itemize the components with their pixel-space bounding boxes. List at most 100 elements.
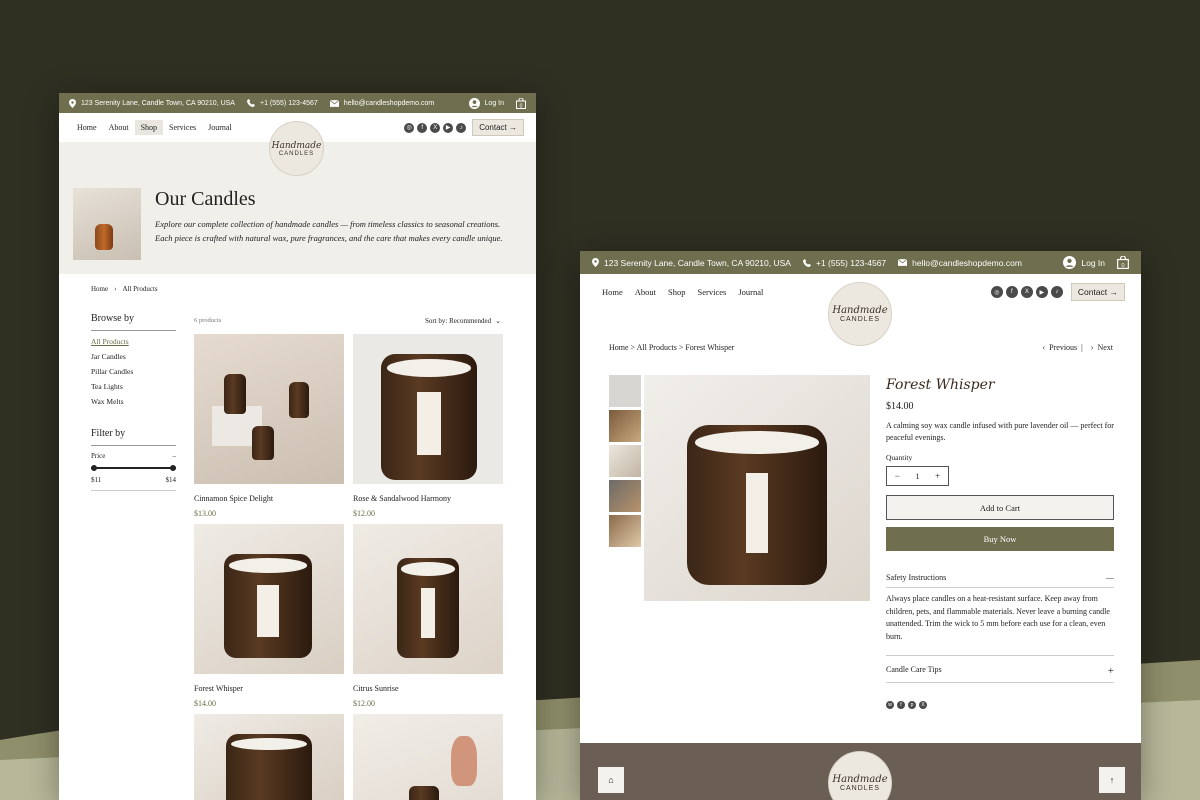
instagram-icon[interactable]: ◎ xyxy=(404,122,415,133)
contact-button[interactable]: Contact → xyxy=(472,119,524,136)
main-nav: Home About Shop Services Journal ◎ f X ▶… xyxy=(59,113,536,176)
back-to-top-button[interactable]: ↑ xyxy=(1099,767,1125,793)
product-card[interactable]: Forest Whisper $14.00 xyxy=(194,524,344,708)
whatsapp-icon[interactable]: w xyxy=(886,701,894,709)
youtube-icon[interactable]: ▶ xyxy=(443,122,454,133)
product-image xyxy=(353,714,503,800)
pager-divider: | xyxy=(1081,343,1083,352)
product-description: A calming soy wax candle infused with pu… xyxy=(886,421,1114,442)
product-card[interactable] xyxy=(353,714,503,800)
category-tea-lights[interactable]: Tea Lights xyxy=(91,382,176,391)
instagram-icon[interactable]: ◎ xyxy=(990,286,1003,298)
facebook-icon[interactable]: f xyxy=(1005,286,1018,298)
cart-bag-icon[interactable]: 0 xyxy=(516,97,526,109)
nav-journal[interactable]: Journal xyxy=(202,120,238,135)
breadcrumb-current: All Products xyxy=(122,285,158,293)
add-to-cart-button[interactable]: Add to Cart xyxy=(886,495,1114,520)
svg-text:0: 0 xyxy=(520,103,523,109)
nav-services[interactable]: Services xyxy=(692,284,733,300)
thumbnail[interactable] xyxy=(609,515,641,547)
product-card[interactable] xyxy=(194,714,344,800)
slider-handle-min[interactable] xyxy=(91,465,97,471)
login-link[interactable]: Log In xyxy=(468,97,504,109)
nav-about[interactable]: About xyxy=(103,120,135,135)
tiktok-icon[interactable]: ♪ xyxy=(456,122,467,133)
brand-logo[interactable]: Handmade CANDLES xyxy=(269,121,324,176)
contact-button[interactable]: Contact → xyxy=(1070,283,1125,301)
share-links: w f p X xyxy=(886,701,1114,709)
brand-logo[interactable]: Handmade CANDLES xyxy=(828,282,892,346)
collapse-minus-icon[interactable]: – xyxy=(173,452,177,460)
nav-journal[interactable]: Journal xyxy=(732,284,769,300)
product-breadcrumb[interactable]: Home > All Products > Forest Whisper xyxy=(609,343,734,352)
phone-item[interactable]: +1 (555) 123-4567 xyxy=(802,257,887,268)
chevron-left-icon[interactable]: ‹ xyxy=(1042,343,1045,352)
category-pillar-candles[interactable]: Pillar Candles xyxy=(91,367,176,376)
plus-icon[interactable]: + xyxy=(935,471,940,481)
price-max: $14 xyxy=(165,476,177,484)
product-card[interactable]: Rose & Sandalwood Harmony $12.00 xyxy=(353,334,503,518)
product-card[interactable]: Cinnamon Spice Delight $13.00 xyxy=(194,334,344,518)
product-name: Citrus Sunrise xyxy=(353,684,399,693)
collapse-minus-icon[interactable]: — xyxy=(1106,573,1114,582)
login-link[interactable]: Log In xyxy=(1063,256,1105,269)
minus-icon[interactable]: − xyxy=(895,471,900,481)
category-jar-candles[interactable]: Jar Candles xyxy=(91,352,176,361)
quantity-stepper[interactable]: − 1 + xyxy=(886,466,949,486)
logo-caps: CANDLES xyxy=(839,316,881,323)
product-card[interactable]: Citrus Sunrise $12.00 xyxy=(353,524,503,708)
x-icon[interactable]: X xyxy=(1020,286,1033,298)
product-title: Forest Whisper xyxy=(886,377,995,393)
user-avatar-icon xyxy=(1063,256,1077,269)
nav-about[interactable]: About xyxy=(629,284,662,300)
slider-handle-max[interactable] xyxy=(170,465,176,471)
buy-now-button[interactable]: Buy Now xyxy=(886,527,1114,551)
previous-link[interactable]: Previous xyxy=(1049,343,1077,352)
facebook-icon[interactable]: f xyxy=(897,701,905,709)
thumbnail-list xyxy=(609,375,641,550)
tiktok-icon[interactable]: ♪ xyxy=(1050,286,1063,298)
chevron-right-icon[interactable]: › xyxy=(1091,343,1094,352)
category-all-products[interactable]: All Products xyxy=(91,337,176,346)
phone-item[interactable]: +1 (555) 123-4567 xyxy=(246,99,318,107)
footer-logo: Handmade CANDLES xyxy=(828,751,892,800)
nav-shop[interactable]: Shop xyxy=(662,284,691,300)
next-link[interactable]: Next xyxy=(1097,343,1113,352)
thumbnail[interactable] xyxy=(609,445,641,477)
nav-services[interactable]: Services xyxy=(163,120,202,135)
pinterest-icon[interactable]: p xyxy=(908,701,916,709)
product-page-screenshot: 123 Serenity Lane, Candle Town, CA 90210… xyxy=(580,251,1141,800)
logo-script: Handmade xyxy=(832,774,888,785)
facebook-icon[interactable]: f xyxy=(417,122,428,133)
candle-jar xyxy=(381,354,477,480)
product-image xyxy=(194,714,344,800)
thumbnail[interactable] xyxy=(609,410,641,442)
address-item: 123 Serenity Lane, Candle Town, CA 90210… xyxy=(69,98,235,108)
thumbnail[interactable] xyxy=(609,480,641,512)
arrow-up-icon: ↑ xyxy=(1109,775,1115,785)
care-accordion-header[interactable]: Candle Care Tips + xyxy=(886,665,1114,677)
safety-accordion-header[interactable]: Safety Instructions — xyxy=(886,573,1114,582)
nav-shop[interactable]: Shop xyxy=(134,120,164,135)
phone-text: +1 (555) 123-4567 xyxy=(815,257,887,268)
cart-bag-icon[interactable]: 0 xyxy=(1117,256,1129,269)
email-text: hello@candleshopdemo.com xyxy=(912,257,1022,268)
address-item: 123 Serenity Lane, Candle Town, CA 90210… xyxy=(592,258,791,268)
thumbnail[interactable] xyxy=(609,375,641,407)
email-item[interactable]: hello@candleshopdemo.com xyxy=(898,258,1022,268)
email-item[interactable]: hello@candleshopdemo.com xyxy=(329,99,434,107)
shop-page-screenshot: 123 Serenity Lane, Candle Town, CA 90210… xyxy=(59,93,536,800)
expand-plus-icon[interactable]: + xyxy=(1108,665,1114,677)
x-icon[interactable]: X xyxy=(430,122,441,133)
nav-home[interactable]: Home xyxy=(71,120,103,135)
product-image xyxy=(353,334,503,484)
youtube-icon[interactable]: ▶ xyxy=(1035,286,1048,298)
browse-heading: Browse by xyxy=(91,313,176,331)
sort-dropdown[interactable]: Sort by: Recommended ⌄ xyxy=(425,317,501,325)
x-icon[interactable]: X xyxy=(919,701,927,709)
breadcrumb-home[interactable]: Home xyxy=(91,285,108,293)
category-wax-melts[interactable]: Wax Melts xyxy=(91,397,176,406)
home-button[interactable]: ⌂ xyxy=(598,767,624,793)
nav-home[interactable]: Home xyxy=(596,284,629,300)
price-slider[interactable] xyxy=(91,464,176,472)
